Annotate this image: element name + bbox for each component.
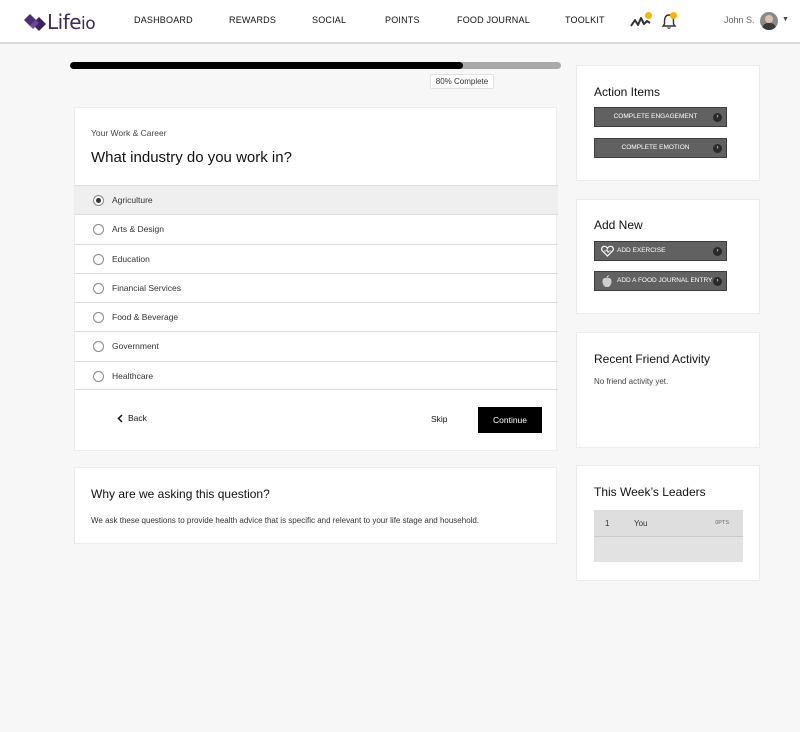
friend-activity-title: Recent Friend Activity <box>594 352 711 366</box>
why-asking-card: Why are we asking this question? We ask … <box>74 467 557 544</box>
add-food-journal-entry-label: ADD A FOOD JOURNAL ENTRY <box>617 277 713 284</box>
lifeio-logo[interactable]: Lifeio <box>22 10 96 34</box>
complete-engagement-label: COMPLETE ENGAGEMENT <box>613 113 698 120</box>
progress-label: 80% Complete <box>430 74 494 89</box>
answer-option[interactable]: Financial Services <box>75 272 558 302</box>
answer-option-label: Education <box>112 253 150 264</box>
heart-icon <box>601 245 614 257</box>
leader-rank: 1 <box>605 519 610 528</box>
leader-name: You <box>634 519 648 528</box>
radio-button[interactable] <box>93 195 104 206</box>
leaders-table: 1 You 0PTS <box>594 510 743 562</box>
bell-notification-dot <box>670 12 677 19</box>
avatar[interactable] <box>760 12 778 30</box>
answer-option-label: Healthcare <box>112 370 154 381</box>
progress-bar <box>70 62 561 69</box>
answer-options: Agriculture Arts & Design Education Financi… <box>75 185 558 391</box>
user-name[interactable]: John S. <box>724 15 755 25</box>
answer-option[interactable]: Arts & Design <box>75 214 558 243</box>
add-exercise-button[interactable]: ADD EXERCISE › <box>594 241 727 261</box>
answer-option-label: Government <box>112 341 159 352</box>
answer-option-label: Financial Services <box>112 282 181 293</box>
logo-text: Lifeio <box>47 10 96 34</box>
radio-button[interactable] <box>93 312 104 324</box>
nav-toolkit[interactable]: TOOLKIT <box>565 15 605 25</box>
question-card: Your Work & Career What industry do you … <box>74 107 558 451</box>
nav-social[interactable]: SOCIAL <box>312 15 346 25</box>
leader-row: 1 You 0PTS <box>594 510 743 536</box>
chevron-right-icon: › <box>713 113 722 122</box>
why-asking-text: We ask these questions to provide health… <box>91 516 480 525</box>
radio-button[interactable] <box>93 253 104 265</box>
question-category: Your Work & Career <box>91 128 167 138</box>
weekly-leaders-title: This Week’s Leaders <box>594 485 706 499</box>
friend-activity-empty-text: No friend activity yet. <box>594 377 669 386</box>
nav-dashboard[interactable]: DASHBOARD <box>134 15 193 25</box>
answer-option[interactable]: Government <box>75 331 558 360</box>
answer-option-label: Arts & Design <box>112 224 164 235</box>
question-title: What industry do you work in? <box>91 149 292 166</box>
answer-option[interactable]: Food & Beverage <box>75 302 558 331</box>
radio-button[interactable] <box>93 224 104 236</box>
friend-activity-card: Recent Friend Activity No friend activit… <box>576 332 760 448</box>
why-asking-title: Why are we asking this question? <box>91 487 270 501</box>
add-new-title: Add New <box>594 218 643 232</box>
logo-mark-icon <box>24 14 46 31</box>
progress-bar-fill <box>70 62 463 69</box>
bell-icon[interactable] <box>661 12 677 35</box>
complete-emotion-button[interactable]: COMPLETE EMOTION › <box>594 138 727 158</box>
answer-option-label: Agriculture <box>112 195 153 205</box>
skip-button[interactable]: Skip <box>431 414 448 424</box>
answer-option-label: Food & Beverage <box>112 312 179 323</box>
continue-button[interactable]: Continue <box>478 407 542 433</box>
add-exercise-label: ADD EXERCISE <box>617 247 666 254</box>
complete-engagement-button[interactable]: COMPLETE ENGAGEMENT › <box>594 107 727 127</box>
answer-option[interactable]: Healthcare <box>75 360 558 391</box>
radio-button[interactable] <box>93 341 104 353</box>
add-new-card: Add New ADD EXERCISE › ADD A FOOD JOURNA… <box>576 199 760 314</box>
nav-food-journal[interactable]: FOOD JOURNAL <box>457 15 530 25</box>
leader-row-empty <box>594 536 743 562</box>
complete-emotion-label: COMPLETE EMOTION <box>621 144 690 151</box>
answer-option[interactable]: Agriculture <box>75 185 558 215</box>
chevron-left-icon <box>117 413 123 423</box>
chevron-down-icon[interactable]: ▼ <box>782 16 789 23</box>
radio-button[interactable] <box>93 370 104 382</box>
back-button[interactable]: Back <box>117 413 147 423</box>
radio-selected-dot <box>96 198 101 203</box>
activity-notification-dot <box>645 12 652 19</box>
weekly-leaders-card: This Week’s Leaders 1 You 0PTS <box>576 465 760 581</box>
nav-points[interactable]: POINTS <box>385 15 420 25</box>
chevron-right-icon: › <box>713 144 722 153</box>
top-navigation-bar: Lifeio DASHBOARD REWARDS SOCIAL POINTS F… <box>0 0 800 44</box>
leader-points: 0PTS <box>715 520 729 526</box>
nav-rewards[interactable]: REWARDS <box>229 15 276 25</box>
activity-icon[interactable] <box>630 12 652 35</box>
add-food-journal-entry-button[interactable]: ADD A FOOD JOURNAL ENTRY › <box>594 271 727 291</box>
back-button-label: Back <box>128 413 147 423</box>
chevron-right-icon: › <box>713 277 722 286</box>
chevron-right-icon: › <box>713 247 722 256</box>
radio-button[interactable] <box>93 282 104 294</box>
answer-option[interactable]: Education <box>75 243 558 273</box>
action-items-title: Action Items <box>594 85 661 99</box>
action-items-card: Action Items COMPLETE ENGAGEMENT › COMPL… <box>576 65 760 181</box>
apple-icon <box>602 275 612 287</box>
